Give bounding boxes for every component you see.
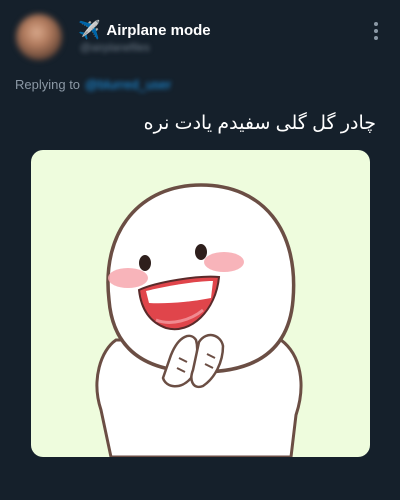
tweet-header: ✈️ Airplane mode @airplanefiles (0, 0, 400, 70)
reply-handle-link[interactable]: @blurred_user (85, 77, 171, 92)
left-eye (139, 255, 151, 271)
tweet-media-image[interactable] (31, 150, 370, 457)
tweet-text: چادر گل گلی سفیدم یادت نره (143, 113, 376, 134)
user-handle[interactable]: @airplanefiles (80, 42, 150, 54)
replying-to-label: Replying to (15, 77, 81, 92)
more-vertical-icon[interactable] (372, 22, 380, 40)
replying-to-line: Replying to @blurred_user (15, 77, 171, 92)
right-cheek (204, 252, 244, 272)
author-name-row[interactable]: ✈️ Airplane mode (78, 20, 211, 40)
avatar[interactable] (16, 14, 62, 60)
display-name[interactable]: Airplane mode (106, 22, 210, 39)
right-eye (195, 244, 207, 260)
left-cheek (108, 268, 148, 288)
airplane-icon: ✈️ (78, 20, 101, 40)
sticker-illustration (95, 183, 303, 457)
